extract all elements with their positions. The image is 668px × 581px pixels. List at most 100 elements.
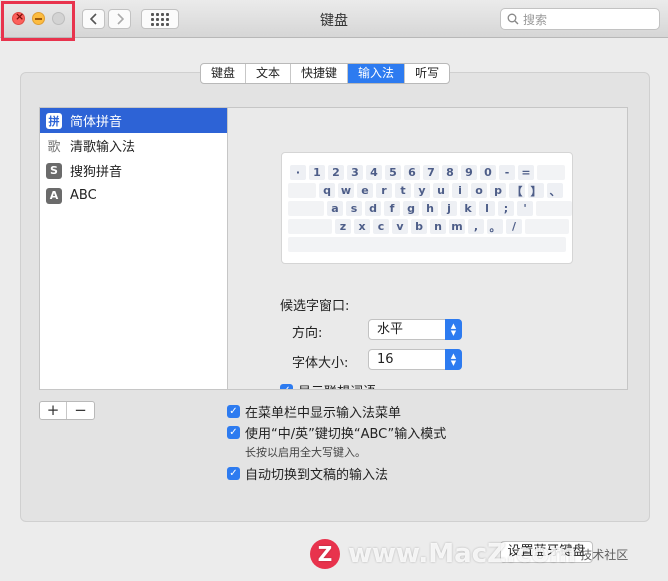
list-item[interactable]: A ABC xyxy=(40,183,227,208)
key: r xyxy=(376,183,392,198)
key: s xyxy=(346,201,362,216)
key: 、 xyxy=(547,183,563,198)
key: y xyxy=(414,183,430,198)
macz-logo: Z xyxy=(310,539,340,569)
input-source-detail: · 1 2 3 4 5 6 7 8 9 0 - = q w e r t y u … xyxy=(228,107,628,390)
key: d xyxy=(365,201,381,216)
list-item-label: 搜狗拼音 xyxy=(70,165,123,180)
direction-select[interactable]: 水平 ▲ ▼ xyxy=(368,319,462,340)
key: q xyxy=(319,183,335,198)
key-blank xyxy=(537,165,565,180)
key: · xyxy=(290,165,306,180)
watermark-text: www.MacZ.com xyxy=(348,539,577,569)
show-menu-label: 在菜单栏中显示输入法菜单 xyxy=(245,406,402,421)
key: z xyxy=(335,219,351,234)
list-item[interactable]: S 搜狗拼音 xyxy=(40,158,227,183)
abc-icon: A xyxy=(46,187,62,204)
key: e xyxy=(357,183,373,198)
key: 。 xyxy=(487,219,503,234)
keyboard-preview: · 1 2 3 4 5 6 7 8 9 0 - = q w e r t y u … xyxy=(281,152,573,264)
key: k xyxy=(460,201,476,216)
direction-label: 方向: xyxy=(292,326,323,341)
key-blank xyxy=(288,201,324,216)
key: 8 xyxy=(442,165,458,180)
key: g xyxy=(403,201,419,216)
list-item-label: 简体拼音 xyxy=(70,115,123,130)
key: - xyxy=(499,165,515,180)
tab-dictation[interactable]: 听写 xyxy=(405,64,449,83)
checkmark-icon[interactable]: ✓ xyxy=(280,384,293,389)
list-item-label: ABC xyxy=(70,188,97,203)
key: 9 xyxy=(461,165,477,180)
stepper-arrows-icon: ▲ ▼ xyxy=(445,319,462,340)
list-item[interactable]: 拼 简体拼音 xyxy=(40,108,227,133)
list-item-label: 清歌输入法 xyxy=(70,140,136,155)
stepper-arrows-icon: ▲ ▼ xyxy=(445,349,462,370)
key-blank xyxy=(288,183,316,198)
sogou-icon: S xyxy=(46,162,62,179)
input-source-list: 拼 简体拼音 歌 清歌输入法 S 搜狗拼音 A ABC xyxy=(39,107,228,390)
key: o xyxy=(471,183,487,198)
key: u xyxy=(433,183,449,198)
key: h xyxy=(422,201,438,216)
list-item[interactable]: 歌 清歌输入法 xyxy=(40,133,227,158)
key: 2 xyxy=(328,165,344,180)
key: 】 xyxy=(528,183,544,198)
add-button[interactable]: + xyxy=(40,402,67,419)
checkmark-icon[interactable]: ✓ xyxy=(227,405,240,418)
list-controls: + − xyxy=(39,401,95,420)
font-size-value: 16 xyxy=(377,352,394,367)
key: 6 xyxy=(404,165,420,180)
tab-input-sources[interactable]: 输入法 xyxy=(348,64,406,83)
checkmark-icon[interactable]: ✓ xyxy=(227,467,240,480)
tab-bar: 键盘 文本 快捷键 输入法 听写 xyxy=(200,63,451,84)
key: i xyxy=(452,183,468,198)
search-field[interactable]: 搜索 xyxy=(500,8,660,30)
key: m xyxy=(449,219,465,234)
key: = xyxy=(518,165,534,180)
key: n xyxy=(430,219,446,234)
key: f xyxy=(384,201,400,216)
remove-button[interactable]: − xyxy=(67,402,94,419)
key: p xyxy=(490,183,506,198)
key: l xyxy=(479,201,495,216)
tab-text[interactable]: 文本 xyxy=(246,64,292,83)
pinyin-icon: 拼 xyxy=(46,112,62,129)
key: / xyxy=(506,219,522,234)
show-association-option[interactable]: ✓ 显示联想词语 xyxy=(280,381,376,389)
search-icon xyxy=(507,13,519,25)
font-size-select[interactable]: 16 ▲ ▼ xyxy=(368,349,462,370)
checkmark-icon[interactable]: ✓ xyxy=(227,426,240,439)
qingge-icon: 歌 xyxy=(47,140,61,155)
switch-mode-note: 长按以启用全大写键入。 xyxy=(245,446,366,459)
key-blank xyxy=(525,219,569,234)
key: a xyxy=(327,201,343,216)
key: v xyxy=(392,219,408,234)
key: j xyxy=(441,201,457,216)
key: , xyxy=(468,219,484,234)
key: b xyxy=(411,219,427,234)
key: c xyxy=(373,219,389,234)
font-size-label: 字体大小: xyxy=(292,356,349,371)
key: 【 xyxy=(509,183,525,198)
key-blank xyxy=(288,219,332,234)
watermark-subtext: 技术社区 xyxy=(580,547,629,562)
show-menu-option[interactable]: ✓ 在菜单栏中显示输入法菜单 xyxy=(227,402,401,421)
watermark: Z www.MacZ.com 技术社区 xyxy=(310,534,628,574)
space-key xyxy=(288,237,566,252)
key: 5 xyxy=(385,165,401,180)
auto-switch-option[interactable]: ✓ 自动切换到文稿的输入法 xyxy=(227,464,388,483)
direction-value: 水平 xyxy=(377,322,404,337)
tab-keyboard[interactable]: 键盘 xyxy=(201,64,247,83)
key: x xyxy=(354,219,370,234)
key: t xyxy=(395,183,411,198)
switch-mode-label: 使用“中/英”键切换“ABC”输入模式 xyxy=(245,427,447,442)
key-blank xyxy=(536,201,572,216)
key: 3 xyxy=(347,165,363,180)
switch-mode-option[interactable]: ✓ 使用“中/英”键切换“ABC”输入模式 xyxy=(227,423,446,442)
candidate-window-label: 候选字窗口: xyxy=(280,299,350,314)
tab-shortcuts[interactable]: 快捷键 xyxy=(291,64,349,83)
auto-switch-label: 自动切换到文稿的输入法 xyxy=(245,468,389,483)
title-bar: 键盘 搜索 xyxy=(0,0,668,38)
key: 0 xyxy=(480,165,496,180)
